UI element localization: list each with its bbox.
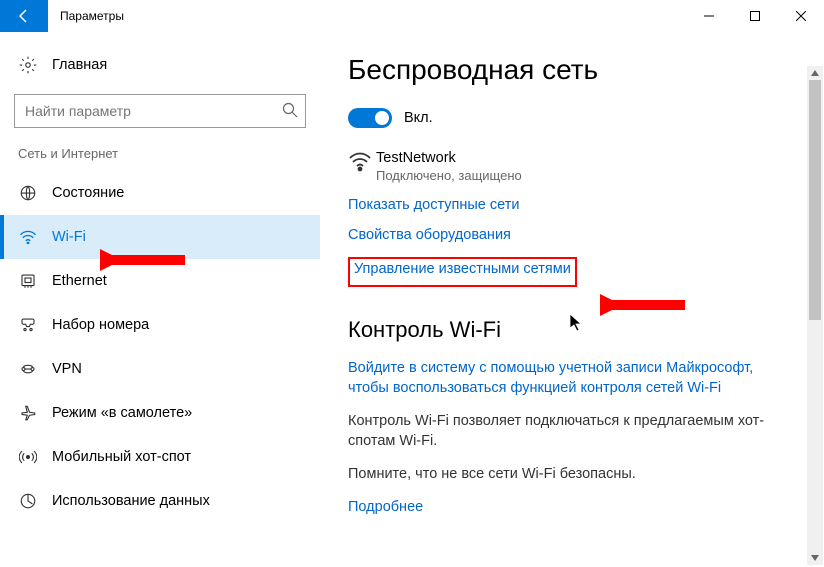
annotation-highlight: Управление известными сетями	[348, 257, 577, 287]
main-panel: Беспроводная сеть Вкл. TestNetwork Подкл…	[320, 32, 824, 567]
sidebar-item-label: VPN	[52, 361, 82, 377]
sidebar-item-wifi[interactable]: Wi-Fi	[0, 215, 320, 259]
sidebar-item-label: Wi-Fi	[52, 229, 86, 245]
section-title: Контроль Wi-Fi	[348, 317, 796, 343]
ethernet-icon	[18, 272, 38, 290]
maximize-button[interactable]	[732, 0, 778, 32]
link-more[interactable]: Подробнее	[348, 499, 796, 515]
sidebar-item-label: Режим «в самолете»	[52, 405, 192, 421]
sidebar-section-label: Сеть и Интернет	[0, 146, 320, 171]
network-status: Подключено, защищено	[376, 168, 522, 183]
current-network[interactable]: TestNetwork Подключено, защищено	[348, 150, 796, 183]
scrollbar-thumb[interactable]	[809, 80, 821, 320]
network-name: TestNetwork	[376, 150, 522, 166]
link-manage-known[interactable]: Управление известными сетями	[354, 261, 571, 277]
back-button[interactable]	[0, 0, 48, 32]
page-title: Беспроводная сеть	[348, 54, 796, 86]
gear-icon	[18, 56, 38, 74]
link-show-networks[interactable]: Показать доступные сети	[348, 197, 796, 213]
sidebar-item-status[interactable]: Состояние	[0, 171, 320, 215]
sidebar-item-airplane[interactable]: Режим «в самолете»	[0, 391, 320, 435]
sidebar-item-label: Состояние	[52, 185, 124, 201]
minimize-button[interactable]	[686, 0, 732, 32]
sidebar-item-label: Ethernet	[52, 273, 107, 289]
scrollbar[interactable]	[807, 66, 823, 565]
sidebar-item-label: Мобильный хот-спот	[52, 449, 191, 465]
link-signin[interactable]: Войдите в систему с помощью учетной запи…	[348, 359, 796, 398]
body-text: Контроль Wi-Fi позволяет подключаться к …	[348, 412, 796, 451]
status-icon	[18, 184, 38, 202]
sidebar-item-datausage[interactable]: Использование данных	[0, 479, 320, 523]
titlebar: Параметры	[0, 0, 824, 32]
link-hardware-props[interactable]: Свойства оборудования	[348, 227, 796, 243]
wifi-signal-icon	[348, 152, 376, 177]
close-button[interactable]	[778, 0, 824, 32]
sidebar: Главная Сеть и Интернет Состояние Wi-Fi …	[0, 32, 320, 567]
scroll-down-icon[interactable]	[807, 551, 823, 565]
sidebar-item-dialup[interactable]: Набор номера	[0, 303, 320, 347]
search-icon	[282, 102, 298, 123]
vpn-icon	[18, 360, 38, 378]
datausage-icon	[18, 492, 38, 510]
sidebar-home[interactable]: Главная	[0, 48, 320, 82]
window-title: Параметры	[60, 9, 124, 23]
search-input[interactable]	[14, 94, 306, 128]
sidebar-item-label: Использование данных	[52, 493, 210, 509]
body-text: Помните, что не все сети Wi-Fi безопасны…	[348, 465, 796, 485]
sidebar-item-ethernet[interactable]: Ethernet	[0, 259, 320, 303]
wifi-toggle[interactable]	[348, 108, 392, 128]
sidebar-item-label: Набор номера	[52, 317, 149, 333]
sidebar-item-vpn[interactable]: VPN	[0, 347, 320, 391]
scroll-up-icon[interactable]	[807, 66, 823, 80]
airplane-icon	[18, 404, 38, 422]
hotspot-icon	[18, 448, 38, 466]
sidebar-home-label: Главная	[52, 57, 107, 73]
dialup-icon	[18, 316, 38, 334]
toggle-label: Вкл.	[404, 110, 433, 126]
sidebar-item-hotspot[interactable]: Мобильный хот-спот	[0, 435, 320, 479]
wifi-icon	[18, 230, 38, 244]
